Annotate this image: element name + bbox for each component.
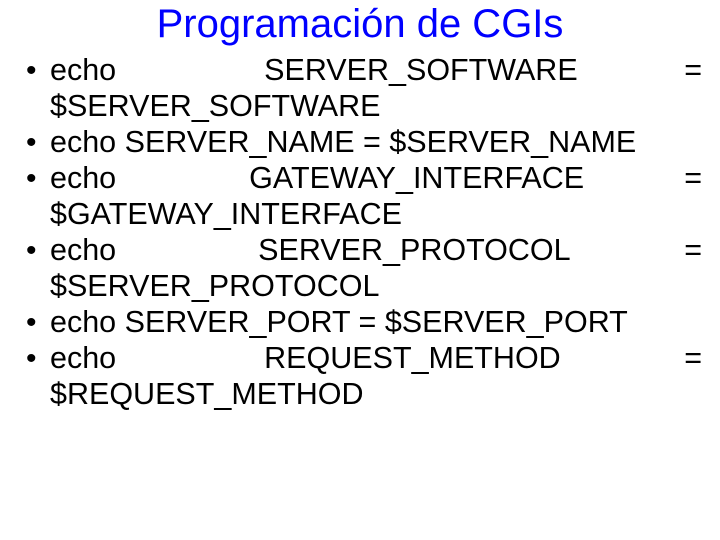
echo-cmd: echo [50,341,116,375]
bullet-list: echo SERVER_SOFTWARE = $SERVER_SOFTWARE e… [22,53,702,413]
echo-cmd: echo [50,161,116,195]
bullet-row: echo SERVER_SOFTWARE = [50,53,702,89]
list-item: echo SERVER_SOFTWARE = $SERVER_SOFTWARE [22,53,702,125]
bullet-row: echo GATEWAY_INTERFACE = [50,161,702,197]
var-name: GATEWAY_INTERFACE [249,161,584,195]
slide-body: echo SERVER_SOFTWARE = $SERVER_SOFTWARE e… [0,53,720,413]
slide: Programación de CGIs echo SERVER_SOFTWARE… [0,0,720,540]
list-item: echo REQUEST_METHOD = $REQUEST_METHOD [22,341,702,413]
equals-sign: = [684,341,702,377]
bullet-line-4a: echo SERVER_PROTOCOL [50,233,684,269]
list-item: echo SERVER_NAME = $SERVER_NAME [22,125,702,161]
slide-title: Programación de CGIs [0,0,720,53]
bullet-line-1a: echo SERVER_SOFTWARE [50,53,684,89]
bullet-line-4b: $SERVER_PROTOCOL [50,269,702,305]
bullet-line-3a: echo GATEWAY_INTERFACE [50,161,684,197]
bullet-row: echo REQUEST_METHOD = [50,341,702,377]
echo-cmd: echo [50,233,116,267]
var-name: SERVER_PROTOCOL [258,233,570,267]
list-item: echo SERVER_PROTOCOL = $SERVER_PROTOCOL [22,233,702,305]
bullet-line-3b: $GATEWAY_INTERFACE [50,197,702,233]
echo-cmd: echo [50,53,116,87]
equals-sign: = [684,161,702,197]
var-name: SERVER_SOFTWARE [264,53,578,87]
bullet-line-6b: $REQUEST_METHOD [50,377,702,413]
equals-sign: = [684,233,702,269]
bullet-line-1b: $SERVER_SOFTWARE [50,89,702,125]
bullet-row: echo SERVER_PROTOCOL = [50,233,702,269]
var-name: REQUEST_METHOD [264,341,561,375]
bullet-line-2: echo SERVER_NAME = $SERVER_NAME [50,125,636,159]
equals-sign: = [684,53,702,89]
list-item: echo SERVER_PORT = $SERVER_PORT [22,305,702,341]
bullet-line-6a: echo REQUEST_METHOD [50,341,684,377]
bullet-line-5: echo SERVER_PORT = $SERVER_PORT [50,305,628,339]
list-item: echo GATEWAY_INTERFACE = $GATEWAY_INTERFA… [22,161,702,233]
